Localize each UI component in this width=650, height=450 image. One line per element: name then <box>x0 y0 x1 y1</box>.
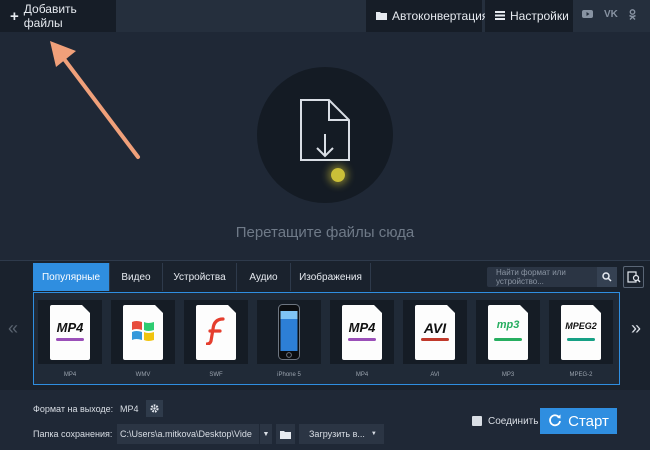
add-files-button[interactable]: + Добавить файлы <box>0 0 116 32</box>
tab-audio[interactable]: Аудио <box>237 263 291 291</box>
save-folder-path-field[interactable]: C:\Users\a.mitkova\Desktop\Vide <box>117 424 259 444</box>
settings-button[interactable]: Настройки <box>485 0 573 32</box>
browse-folder-button[interactable] <box>276 424 295 444</box>
search-icon <box>602 272 612 282</box>
flash-logo-icon <box>206 317 225 345</box>
prev-arrow-icon[interactable]: « <box>8 318 18 339</box>
join-checkbox[interactable] <box>472 416 482 426</box>
join-label: Соединить <box>488 416 539 427</box>
file-drop-icon <box>300 99 350 161</box>
detect-device-button[interactable] <box>623 266 644 288</box>
next-arrow-icon[interactable]: » <box>631 318 641 339</box>
format-item-avi[interactable]: AVI <box>403 300 467 364</box>
chevron-down-icon: ▼ <box>370 431 377 437</box>
tab-devices[interactable]: Устройства <box>163 263 237 291</box>
output-format-label: Формат на выходе: <box>33 404 114 414</box>
format-item-mpeg2[interactable]: MPEG2 <box>549 300 613 364</box>
odnoklassniki-icon[interactable] <box>628 9 637 23</box>
folder-dropdown-icon[interactable]: ▼ <box>259 424 272 444</box>
tab-popular[interactable]: Популярные <box>33 263 110 291</box>
windows-logo-icon <box>132 321 154 341</box>
autoconvert-label: Автоконвертация <box>392 9 489 23</box>
format-item-swf[interactable] <box>184 300 248 364</box>
annotation-arrow <box>50 41 140 159</box>
format-item-mp3[interactable]: mp3 <box>476 300 540 364</box>
drop-zone[interactable] <box>257 67 393 203</box>
tab-video[interactable]: Видео <box>110 263 163 291</box>
gear-icon <box>150 404 159 413</box>
start-button[interactable]: Старт <box>540 408 617 434</box>
youtube-icon[interactable] <box>582 9 593 22</box>
output-format-value: MP4 <box>120 404 139 414</box>
top-toolbar: + Добавить файлы Автоконвертация Настрой… <box>0 0 650 32</box>
iphone-icon <box>278 304 300 360</box>
upload-to-button[interactable]: Загрузить в... ▼ <box>299 424 384 444</box>
add-files-label: Добавить файлы <box>23 2 77 30</box>
vk-icon[interactable]: VK <box>604 9 618 20</box>
folder-icon <box>280 430 291 439</box>
drop-hint: Перетащите файлы сюда <box>235 224 415 241</box>
tab-images[interactable]: Изображения <box>291 263 371 291</box>
folder-convert-icon <box>376 9 387 23</box>
format-item-mp4[interactable]: MP4 <box>38 300 102 364</box>
mouse-cursor-highlight <box>331 168 345 182</box>
save-folder-label: Папка сохранения: <box>33 429 113 439</box>
format-item-iphone5[interactable] <box>257 300 321 364</box>
device-search-icon <box>626 270 640 283</box>
format-item-mp4-2[interactable]: MP4 <box>330 300 394 364</box>
format-search-input[interactable]: Найти формат или устройство... <box>487 267 597 287</box>
refresh-icon <box>548 413 562 430</box>
format-settings-button[interactable] <box>146 400 163 417</box>
settings-label: Настройки <box>510 9 569 23</box>
plus-icon: + <box>10 7 19 25</box>
autoconvert-button[interactable]: Автоконвертация <box>366 0 488 32</box>
menu-icon <box>495 9 505 23</box>
search-button[interactable] <box>597 267 617 287</box>
format-item-wmv[interactable] <box>111 300 175 364</box>
